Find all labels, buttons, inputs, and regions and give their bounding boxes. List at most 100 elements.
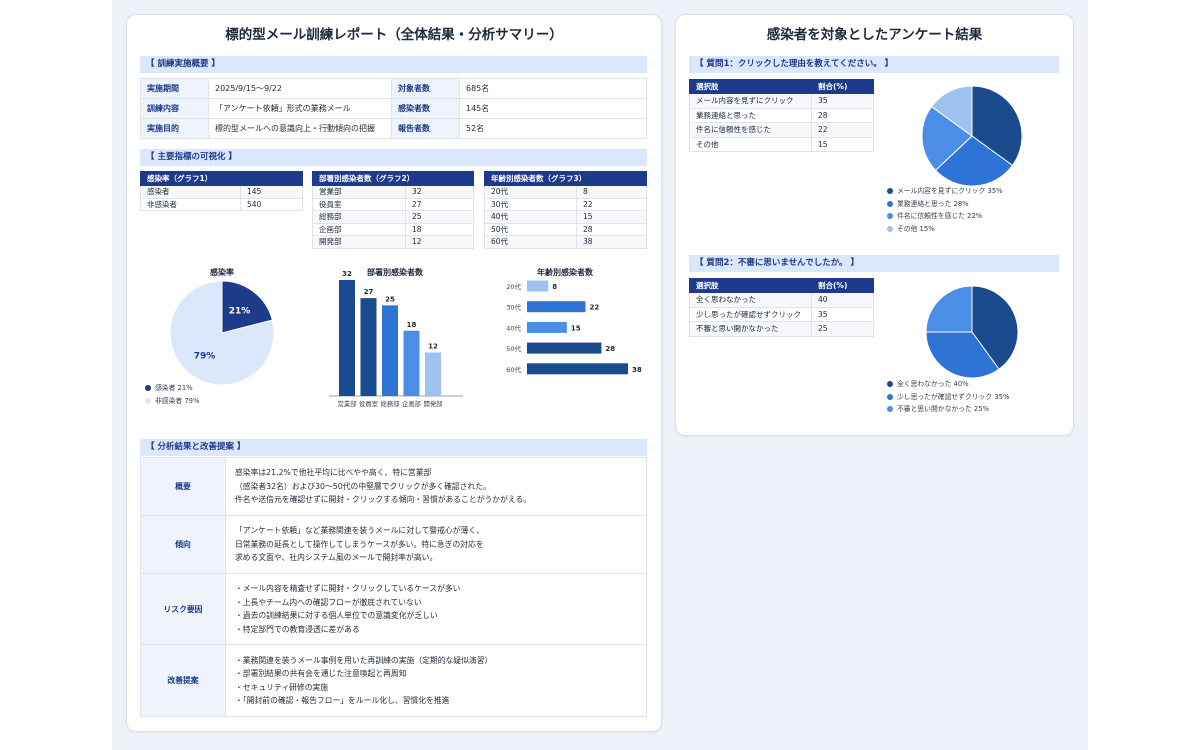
q2-pie-legend: 全く思わなかった 40% 少し思ったが確認せずクリック 35% 不審と思い開かなかっ…: [887, 378, 1009, 416]
legend-item: 不審と思い開かなかった 25%: [887, 403, 1009, 416]
legend-swatch: [887, 225, 893, 232]
overview-row: 実施目的 標的型メールへの意識向上・行動傾向の把握 報告者数 52名: [140, 118, 647, 139]
analysis-value: ・メール内容を精査せずに開封・クリックしているケースが多い ・上長やチーム内への確…: [225, 573, 647, 645]
table-row: 業務連絡と思った 28: [689, 107, 874, 123]
row-label: メール内容を見ずにクリック: [689, 93, 812, 109]
row-label: 不審と思い開かなかった: [689, 321, 812, 337]
table-row: 全く思わなかった 40: [689, 292, 874, 308]
analysis-line: 件名や送信元を確認せずに開封・クリックする傾向・習慣があることがうかがえる。: [235, 495, 532, 505]
row-value: 145: [240, 185, 303, 199]
analysis-heading: 【 分析結果と改善提案 】: [140, 439, 647, 456]
table-row: 少し思ったが確認せずクリック 35: [689, 306, 874, 322]
table-row: 40代 15: [484, 210, 647, 224]
bar-data-label: 18: [407, 321, 417, 329]
q1-heading: 【 質問1：クリックした理由を教えてください。 】: [689, 56, 1059, 73]
overview-key: 訓練内容: [140, 98, 209, 119]
bar-data-label: 12: [428, 343, 438, 351]
row-label: 開発部: [312, 235, 406, 249]
legend-swatch: [145, 385, 151, 391]
y-tick-label: 50代: [506, 344, 521, 353]
table-row: 30代 22: [484, 197, 647, 211]
q2-col-option: 選択肢: [689, 278, 812, 293]
analysis-line: ・セキュリティ研修の実施: [235, 682, 329, 692]
bar: [403, 330, 420, 396]
table-row: 非感染者 540: [140, 197, 303, 211]
row-value: 35: [811, 93, 874, 109]
table-row: メール内容を見ずにクリック 35: [689, 93, 874, 109]
department-bar-chart: 32 営業部 27 役員室 25 総務部 18 企画部 12 開発部: [329, 270, 463, 408]
x-tick-label: 役員室: [359, 399, 378, 408]
row-label: 全く思わなかった: [689, 292, 812, 308]
overview-heading: 【 訓練実施概要 】: [140, 56, 647, 73]
row-value: 40: [811, 292, 874, 308]
legend-swatch: [145, 397, 151, 404]
legend-label: 感染者 21%: [155, 384, 193, 392]
overview-value: 「アンケート依頼」形式の業務メール: [208, 98, 392, 119]
age-table: 年齢別感染者数（グラフ3） 20代 8 30代 22 40代 15 50代 28 60代 38: [484, 171, 647, 249]
x-tick-label: 営業部: [338, 399, 357, 408]
row-value: 27: [405, 197, 474, 211]
row-value: 540: [240, 197, 303, 211]
table-row: 50代 28: [484, 222, 647, 236]
analysis-key: リスク要因: [140, 573, 226, 645]
legend-item: 感染者 21%: [145, 382, 199, 395]
table-row: 不審と思い開かなかった 25: [689, 321, 874, 337]
row-label: 60代: [484, 235, 577, 249]
q1-col-percent: 割合(%): [811, 79, 874, 94]
legend-item: その他 15%: [887, 223, 1003, 236]
analysis-key: 改善提案: [140, 644, 226, 717]
table-row: 感染者 145: [140, 185, 303, 199]
overview-value: 145名: [459, 98, 647, 119]
x-tick-label: 開発部: [424, 399, 443, 408]
y-tick-label: 40代: [506, 323, 521, 332]
bar-data-label: 22: [589, 304, 599, 312]
table-row: 60代 38: [484, 235, 647, 249]
analysis-row: 改善提案 ・業務関連を装うメール事例を用いた再訓練の実施（定期的な疑似演習） ・部署…: [140, 644, 647, 717]
row-value: 25: [405, 210, 474, 224]
analysis-line: ・過去の訓練結果に対する個人単位での意識変化が乏しい: [235, 611, 438, 620]
row-value: 22: [811, 122, 874, 138]
y-tick-label: 30代: [506, 303, 521, 312]
overview-key: 実施目的: [140, 118, 209, 139]
analysis-line: （感染者32名）および30〜50代の中堅層でクリックが多く確認された。: [235, 481, 491, 491]
overview-row: 実施期間 2025/9/15〜9/22 対象者数 685名: [140, 78, 647, 99]
overview-value: 標的型メールへの意識向上・行動傾向の把握: [208, 118, 392, 139]
table-row: その他 15: [689, 136, 874, 152]
table-row: 件名に信頼性を感じた 22: [689, 122, 874, 138]
legend-swatch: [887, 213, 893, 219]
legend-label: 不審と思い開かなかった 25%: [897, 405, 990, 413]
bar-data-label: 28: [605, 345, 615, 353]
legend-label: 業務連絡と思った 28%: [897, 199, 969, 208]
legend-item: 非感染者 79%: [145, 395, 199, 408]
row-value: 28: [576, 222, 647, 236]
row-value: 18: [405, 222, 474, 236]
row-label: 20代: [484, 185, 577, 199]
q1-table: 選択肢 割合(%) メール内容を見ずにクリック 35 業務連絡と思った 28 件名に信頼性…: [689, 79, 874, 152]
age-bar-chart: 20代 8 30代 22 40代 15 50代 28 60代 38: [506, 280, 642, 375]
analysis-row: リスク要因 ・メール内容を精査せずに開封・クリックしているケースが多い ・上長やチー…: [140, 573, 647, 645]
bar: [382, 305, 398, 396]
analysis-row: 傾向 「アンケート依頼」など業務関連を装うメールに対して警戒心が薄く、 日常業務の延…: [140, 515, 647, 574]
row-label: 業務連絡と思った: [689, 107, 812, 123]
table-row: 総務部 25: [312, 210, 474, 224]
bar: [527, 342, 602, 354]
department-table: 部署別感染者数（グラフ2） 営業部 32 役員室 27 総務部 25 企画部 18 開発部 12: [312, 171, 474, 249]
analysis-key: 概要: [140, 457, 226, 516]
row-value: 22: [576, 197, 647, 211]
analysis-line: ・上長やチーム内への確認フローが徹底されていない: [235, 597, 422, 607]
table-row: 営業部 32: [312, 185, 474, 199]
bar: [339, 280, 355, 396]
analysis-key: 傾向: [140, 515, 226, 574]
legend-item: 件名に信頼性を感じた 22%: [887, 210, 1003, 223]
legend-swatch: [887, 381, 893, 387]
pie-data-label: 21%: [229, 306, 251, 316]
row-label: 営業部: [312, 185, 406, 199]
analysis-row: 概要 感染率は21.2%で他社平均に比べやや高く、特に営業部 （感染者32名）および…: [140, 457, 647, 516]
q2-pie-chart: [925, 285, 1019, 379]
row-value: 12: [405, 235, 474, 249]
q2-heading: 【 質問2：不審に思いませんでしたか。 】: [689, 255, 1059, 272]
overview-value: 52名: [459, 118, 647, 139]
legend-label: 件名に信頼性を感じた 22%: [897, 212, 983, 220]
q2-table: 選択肢 割合(%) 全く思わなかった 40 少し思ったが確認せずクリック 35 不審と思い…: [689, 278, 874, 337]
analysis-value: 「アンケート依頼」など業務関連を装うメールに対して警戒心が薄く、 日常業務の延長と…: [225, 515, 647, 574]
